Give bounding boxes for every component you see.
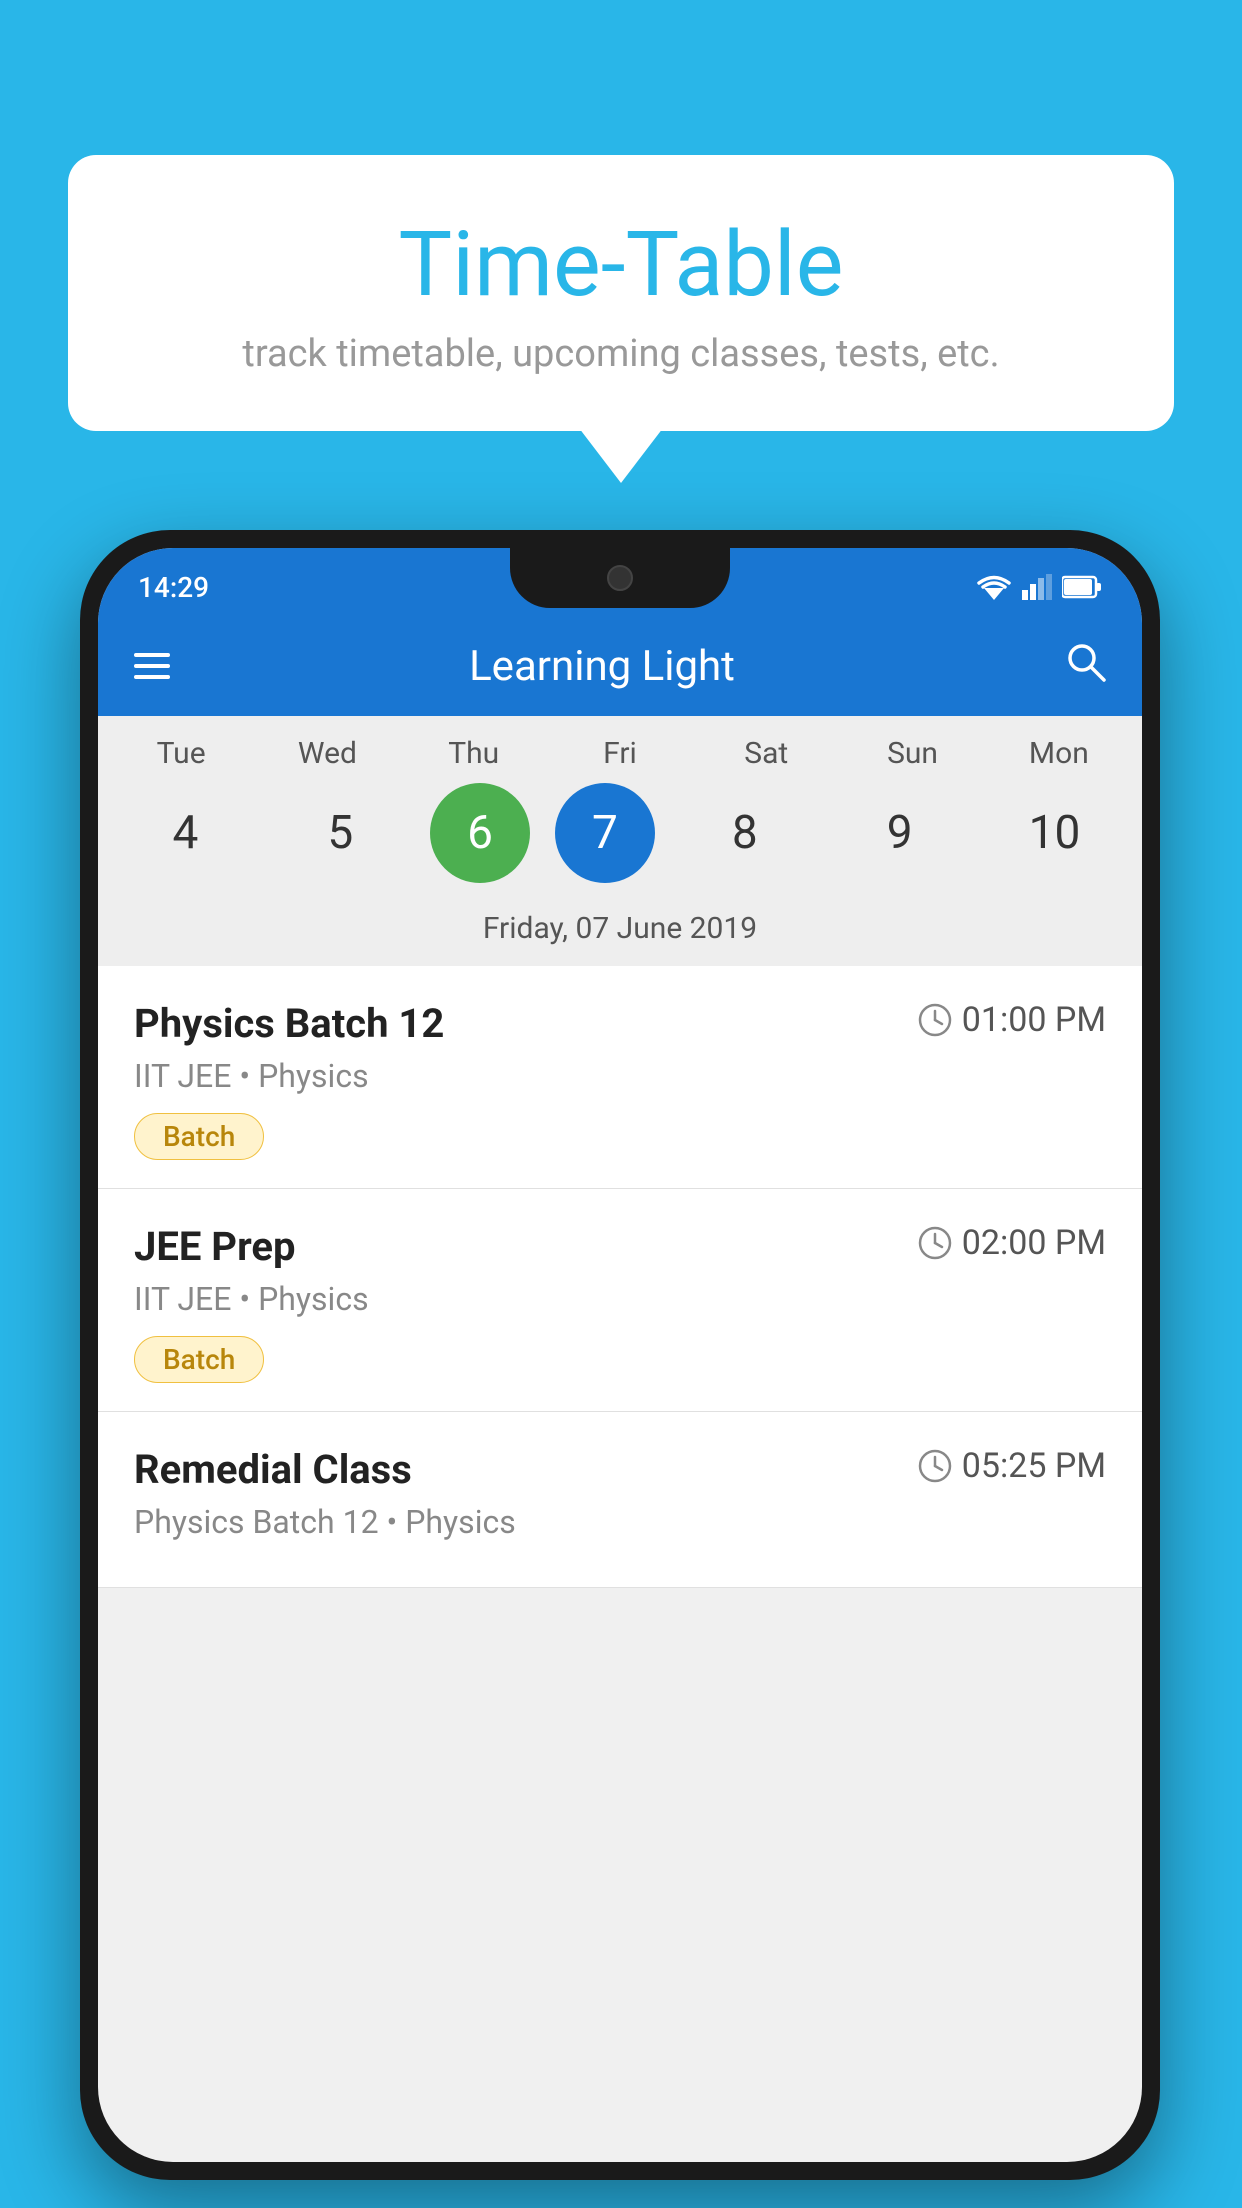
schedule-item-1[interactable]: Physics Batch 12 01:00 PM IIT JEE • Phys… — [98, 966, 1142, 1189]
day-7-selected[interactable]: 7 — [555, 783, 655, 883]
schedule-item-2-time: 02:00 PM — [918, 1223, 1106, 1263]
calendar-strip: Tue Wed Thu Fri Sat Sun Mon 4 5 6 7 8 9 … — [98, 716, 1142, 966]
batch-tag-2: Batch — [134, 1336, 264, 1383]
day-5[interactable]: 5 — [275, 783, 405, 883]
day-numbers: 4 5 6 7 8 9 10 — [98, 783, 1142, 903]
day-header-sat: Sat — [701, 736, 831, 771]
schedule-item-2[interactable]: JEE Prep 02:00 PM IIT JEE • Physics Batc… — [98, 1189, 1142, 1412]
phone-wrapper: 14:29 — [80, 530, 1160, 2180]
day-header-tue: Tue — [116, 736, 246, 771]
phone-outer: 14:29 — [80, 530, 1160, 2180]
search-icon[interactable] — [1064, 640, 1106, 692]
schedule-item-2-subtitle: IIT JEE • Physics — [134, 1280, 1106, 1318]
app-bar: Learning Light — [98, 616, 1142, 716]
day-header-thu: Thu — [409, 736, 539, 771]
schedule-item-2-header: JEE Prep 02:00 PM — [134, 1223, 1106, 1270]
schedule-item-1-header: Physics Batch 12 01:00 PM — [134, 1000, 1106, 1047]
schedule-item-1-time: 01:00 PM — [918, 1000, 1106, 1040]
day-6-today[interactable]: 6 — [430, 783, 530, 883]
clock-icon-1 — [918, 1003, 952, 1037]
schedule-item-1-title: Physics Batch 12 — [134, 1000, 444, 1047]
phone-camera — [607, 565, 633, 591]
day-9[interactable]: 9 — [835, 783, 965, 883]
day-8[interactable]: 8 — [680, 783, 810, 883]
status-time: 14:29 — [138, 571, 209, 604]
schedule-item-1-subtitle: IIT JEE • Physics — [134, 1057, 1106, 1095]
schedule-item-3-header: Remedial Class 05:25 PM — [134, 1446, 1106, 1493]
clock-icon-3 — [918, 1449, 952, 1483]
day-headers: Tue Wed Thu Fri Sat Sun Mon — [98, 736, 1142, 783]
schedule-item-2-title: JEE Prep — [134, 1223, 295, 1270]
wifi-icon — [976, 574, 1012, 600]
day-header-sun: Sun — [848, 736, 978, 771]
day-header-wed: Wed — [262, 736, 392, 771]
phone-screen: 14:29 — [98, 548, 1142, 2162]
schedule-item-3-title: Remedial Class — [134, 1446, 412, 1493]
schedule-item-3-time: 05:25 PM — [918, 1446, 1106, 1486]
battery-icon — [1062, 575, 1102, 599]
schedule-list: Physics Batch 12 01:00 PM IIT JEE • Phys… — [98, 966, 1142, 1588]
selected-date-label: Friday, 07 June 2019 — [98, 903, 1142, 966]
signal-icon — [1022, 574, 1052, 600]
phone-notch — [510, 548, 730, 608]
speech-bubble: Time-Table track timetable, upcoming cla… — [68, 155, 1174, 431]
schedule-item-3-subtitle: Physics Batch 12 • Physics — [134, 1503, 1106, 1541]
schedule-item-3[interactable]: Remedial Class 05:25 PM Physics Batch 12… — [98, 1412, 1142, 1588]
bubble-subtitle: track timetable, upcoming classes, tests… — [108, 332, 1134, 376]
batch-tag-1: Batch — [134, 1113, 264, 1160]
status-icons — [976, 574, 1102, 600]
day-header-mon: Mon — [994, 736, 1124, 771]
app-bar-title: Learning Light — [140, 642, 1064, 691]
clock-icon-2 — [918, 1226, 952, 1260]
day-header-fri: Fri — [555, 736, 685, 771]
day-4[interactable]: 4 — [120, 783, 250, 883]
bubble-title: Time-Table — [108, 215, 1134, 314]
day-10[interactable]: 10 — [989, 783, 1119, 883]
